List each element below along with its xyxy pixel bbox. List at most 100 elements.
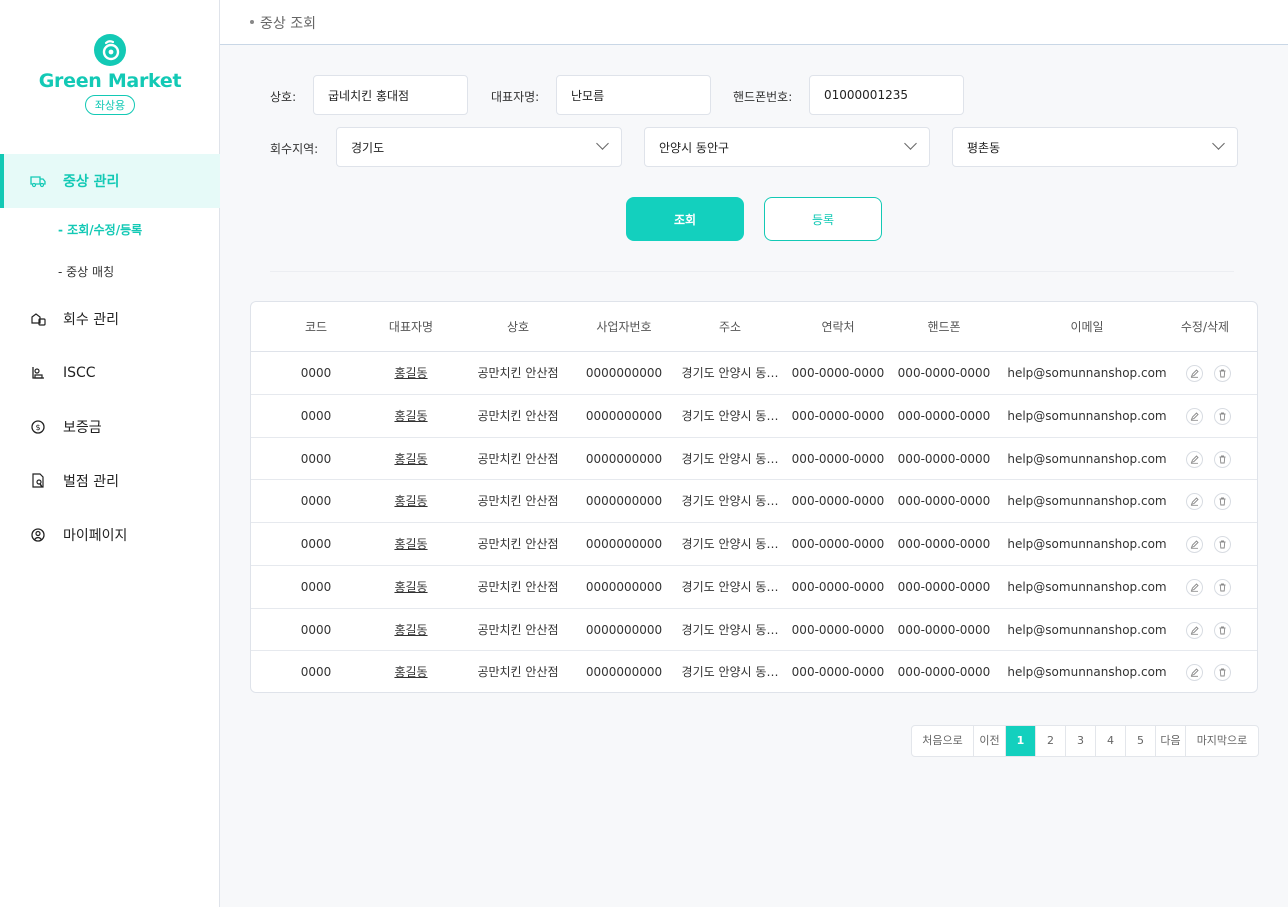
sidebar-item-deposit[interactable]: $ 보증금 — [0, 400, 220, 454]
sidebar-item-iscc[interactable]: ISCC — [0, 346, 220, 400]
sidebar-item-label: 보증금 — [63, 420, 102, 436]
edit-icon[interactable] — [1186, 578, 1203, 596]
cell-name: 공만치킨 안산점 — [477, 366, 559, 380]
cell-rep[interactable]: 홍길동 — [371, 566, 451, 608]
cell-tel: 000-0000-0000 — [791, 537, 885, 551]
register-button[interactable]: 등록 — [764, 197, 882, 241]
section-divider — [270, 271, 1234, 272]
certificate-icon — [30, 365, 46, 381]
brand-badge: 좌상용 — [84, 95, 136, 115]
cell-email: help@somunnanshop.com — [1007, 665, 1167, 680]
page-1[interactable]: 1 — [1006, 726, 1036, 756]
results-table: 코드 대표자명 상호 사업자번호 주소 연락처 핸드폰 이메일 수정/삭제 00… — [250, 301, 1258, 693]
trash-icon[interactable] — [1214, 536, 1231, 553]
cell-code: 0000 — [300, 366, 332, 380]
cell-tel: 000-0000-0000 — [791, 366, 885, 380]
business-name-value: 굽네치킨 홍대점 — [328, 88, 410, 103]
city-select[interactable]: 안양시 동안구 — [644, 127, 930, 167]
phone-input[interactable]: 01000001235 — [809, 75, 964, 115]
province-value: 경기도 — [351, 140, 385, 155]
page-4[interactable]: 4 — [1096, 726, 1126, 756]
search-button[interactable]: 조회 — [626, 197, 744, 241]
cell-name: 공만치킨 안산점 — [477, 622, 559, 637]
business-name-input[interactable]: 굽네치킨 홍대점 — [313, 75, 468, 115]
cell-name: 공만치킨 안산점 — [477, 579, 559, 594]
trash-icon[interactable] — [1214, 365, 1231, 382]
cell-email: help@somunnanshop.com — [1007, 537, 1167, 551]
brand-logo[interactable]: Green Market 좌상용 — [0, 34, 220, 115]
trash-icon[interactable] — [1214, 578, 1231, 596]
cell-bizno: 0000000000 — [585, 366, 663, 380]
sidebar-item-label: 마이페이지 — [63, 528, 128, 544]
cell-rep[interactable]: 홍길동 — [371, 438, 451, 480]
sidebar-item-collection[interactable]: 회수 관리 — [0, 292, 220, 346]
cell-rep[interactable]: 홍길동 — [371, 523, 451, 565]
table-body: 0000 홍길동 공만치킨 안산점 0000000000 경기도 안양시 동… 000-0… — [251, 352, 1257, 692]
trash-icon[interactable] — [1214, 621, 1231, 639]
cell-code: 0000 — [300, 579, 332, 594]
page-5[interactable]: 5 — [1126, 726, 1156, 756]
sidebar-subitem-matching[interactable]: - 중상 매칭 — [0, 250, 220, 292]
cell-bizno: 0000000000 — [585, 665, 663, 680]
table-row: 0000 홍길동 공만치킨 안산점 0000000000 경기도 안양시 동… 000-0… — [251, 438, 1257, 481]
cell-bizno: 0000000000 — [585, 579, 663, 594]
page-first[interactable]: 처음으로 — [912, 726, 974, 756]
representative-input[interactable]: 난모름 — [556, 75, 711, 115]
page-prev[interactable]: 이전 — [974, 726, 1006, 756]
city-value: 안양시 동안구 — [659, 140, 730, 155]
sidebar-item-mypage[interactable]: 마이페이지 — [0, 508, 220, 562]
user-circle-icon — [30, 527, 46, 543]
svg-text:$: $ — [35, 423, 40, 432]
trash-icon[interactable] — [1214, 664, 1231, 682]
leaf-logo-icon — [94, 34, 126, 66]
table-row: 0000 홍길동 공만치킨 안산점 0000000000 경기도 안양시 동… 000-0… — [251, 651, 1257, 692]
cell-bizno: 0000000000 — [585, 622, 663, 637]
edit-icon[interactable] — [1186, 621, 1203, 639]
representative-label: 대표자명: — [491, 90, 540, 104]
cell-mobile: 000-0000-0000 — [897, 494, 991, 509]
trash-icon[interactable] — [1214, 407, 1231, 425]
page-3[interactable]: 3 — [1066, 726, 1096, 756]
cell-mobile: 000-0000-0000 — [897, 451, 991, 466]
cell-tel: 000-0000-0000 — [791, 622, 885, 637]
sidebar-item-label: 벌점 관리 — [63, 474, 119, 490]
edit-icon[interactable] — [1186, 450, 1203, 468]
sidebar-item-penalty[interactable]: 벌점 관리 — [0, 454, 220, 508]
edit-icon[interactable] — [1186, 536, 1203, 553]
page-next[interactable]: 다음 — [1156, 726, 1186, 756]
cell-address: 경기도 안양시 동… — [681, 366, 779, 380]
cell-mobile: 000-0000-0000 — [897, 579, 991, 594]
cell-rep[interactable]: 홍길동 — [371, 395, 451, 437]
page-2[interactable]: 2 — [1036, 726, 1066, 756]
breadcrumb: 중상 조회 — [250, 13, 316, 33]
cell-address: 경기도 안양시 동… — [681, 451, 779, 466]
breadcrumb-label: 중상 조회 — [260, 16, 316, 32]
district-select[interactable]: 평촌동 — [952, 127, 1238, 167]
edit-icon[interactable] — [1186, 493, 1203, 511]
cell-address: 경기도 안양시 동… — [681, 408, 779, 423]
cell-tel: 000-0000-0000 — [791, 451, 885, 466]
cell-rep[interactable]: 홍길동 — [371, 352, 451, 394]
cell-rep[interactable]: 홍길동 — [371, 651, 451, 692]
page-last[interactable]: 마지막으로 — [1186, 726, 1258, 756]
sidebar: Green Market 좌상용 중상 관리 - 조회/수정/등록 - 중상 매… — [0, 0, 220, 907]
cell-address: 경기도 안양시 동… — [681, 665, 779, 680]
bullet-icon — [250, 20, 254, 24]
chevron-down-icon — [596, 137, 609, 150]
edit-icon[interactable] — [1186, 407, 1203, 425]
edit-icon[interactable] — [1186, 664, 1203, 682]
cell-name: 공만치킨 안산점 — [477, 451, 559, 466]
trash-icon[interactable] — [1214, 450, 1231, 468]
cell-rep[interactable]: 홍길동 — [371, 609, 451, 651]
edit-icon[interactable] — [1186, 365, 1203, 382]
chevron-down-icon — [904, 137, 917, 150]
sidebar-item-used-oil[interactable]: 중상 관리 — [0, 154, 220, 208]
cell-bizno: 0000000000 — [585, 451, 663, 466]
cell-mobile: 000-0000-0000 — [897, 665, 991, 680]
representative-value: 난모름 — [571, 88, 605, 103]
cell-rep[interactable]: 홍길동 — [371, 480, 451, 522]
trash-icon[interactable] — [1214, 493, 1231, 511]
province-select[interactable]: 경기도 — [336, 127, 622, 167]
table-header: 코드 대표자명 상호 사업자번호 주소 연락처 핸드폰 이메일 수정/삭제 — [251, 302, 1257, 352]
sidebar-subitem-crud[interactable]: - 조회/수정/등록 — [0, 208, 220, 250]
